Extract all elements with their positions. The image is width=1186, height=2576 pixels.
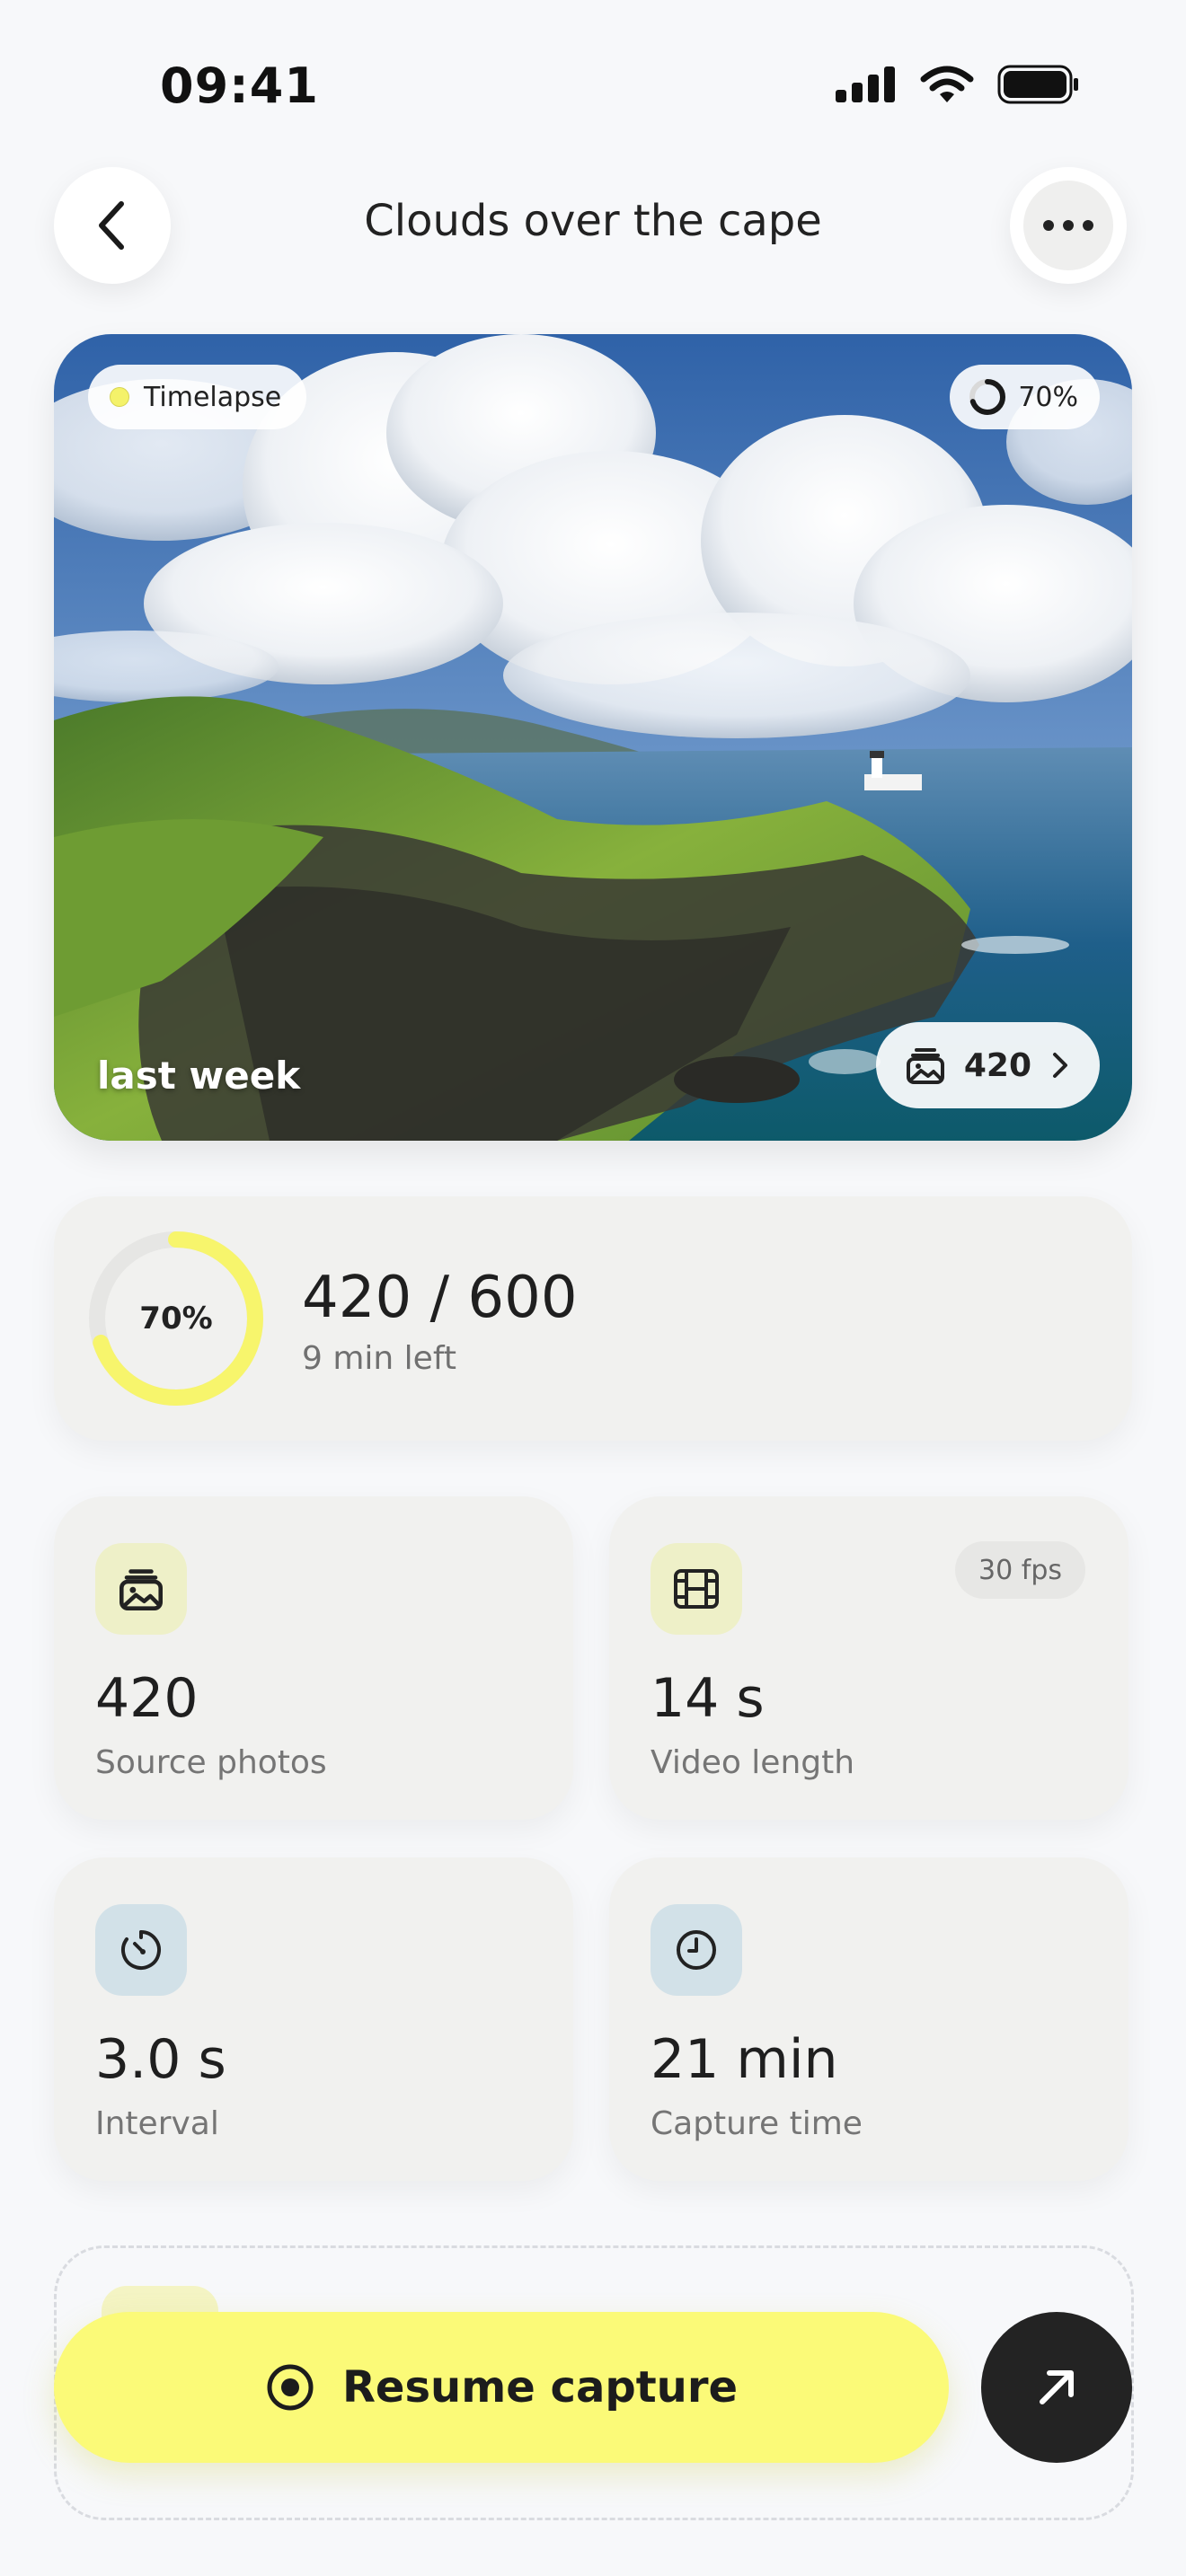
hero-date-label: last week [97,1054,301,1098]
type-badge: Timelapse [88,365,307,429]
photos-icon-tile [95,1543,187,1635]
stat-label: Source photos [95,1744,327,1781]
chevron-right-icon [1053,1053,1067,1078]
photos-count-label: 420 [963,1046,1031,1084]
wifi-icon [920,66,974,102]
stat-value: 21 min [651,2028,838,2091]
stat-card-capture-time: 21 min Capture time [609,1857,1128,2181]
arrow-up-right-icon [1040,2370,1074,2404]
battery-icon [997,65,1078,104]
stat-card-source-photos: 420 Source photos [54,1496,573,1820]
record-icon [267,2364,314,2411]
resume-capture-label: Resume capture [341,2362,739,2413]
film-icon [674,1569,719,1609]
progress-badge-label: 70% [1018,381,1078,413]
timer-icon-tile [95,1904,187,1996]
film-icon-tile [651,1543,742,1635]
hero-image-card[interactable]: Timelapse 70% last week 420 [54,334,1132,1141]
status-dot [110,387,129,407]
clock-icon-tile [651,1904,742,1996]
stat-value: 3.0 s [95,2028,226,2091]
progress-badge: 70% [950,365,1100,429]
stat-value: 420 [95,1667,199,1730]
more-dots-icon [1043,220,1093,231]
resume-capture-button[interactable]: Resume capture [54,2312,949,2463]
clock-icon [677,1930,716,1970]
signal-icon [836,66,895,102]
status-time: 09:41 [160,57,319,114]
progress-percent-label: 70% [139,1301,213,1337]
progress-ring-icon [969,379,1006,415]
stat-card-interval: 3.0 s Interval [54,1857,573,2181]
type-badge-label: Timelapse [144,381,282,413]
stat-label: Interval [95,2105,219,2142]
progress-ring: 70% [86,1229,266,1408]
photos-icon [906,1048,944,1084]
more-button[interactable] [1010,167,1127,284]
progress-card: 70% 420 / 600 9 min left [54,1196,1132,1441]
stat-value: 14 s [651,1667,765,1730]
timer-icon [121,1930,161,1970]
more-button-inner [1023,181,1113,270]
stat-label: Video length [651,1744,855,1781]
stat-label: Capture time [651,2105,863,2142]
photos-count-button[interactable]: 420 [875,1022,1100,1108]
landscape-image [54,334,1132,1141]
photos-icon [119,1569,163,1610]
captured-count: 420 / 600 [302,1265,578,1331]
open-button[interactable] [981,2312,1132,2463]
time-left: 9 min left [302,1340,456,1377]
status-icons [836,65,1080,104]
stat-card-video-length: 30 fps 14 s Video length [609,1496,1128,1820]
page-title: Clouds over the cape [364,196,822,246]
fps-badge: 30 fps [955,1541,1085,1599]
